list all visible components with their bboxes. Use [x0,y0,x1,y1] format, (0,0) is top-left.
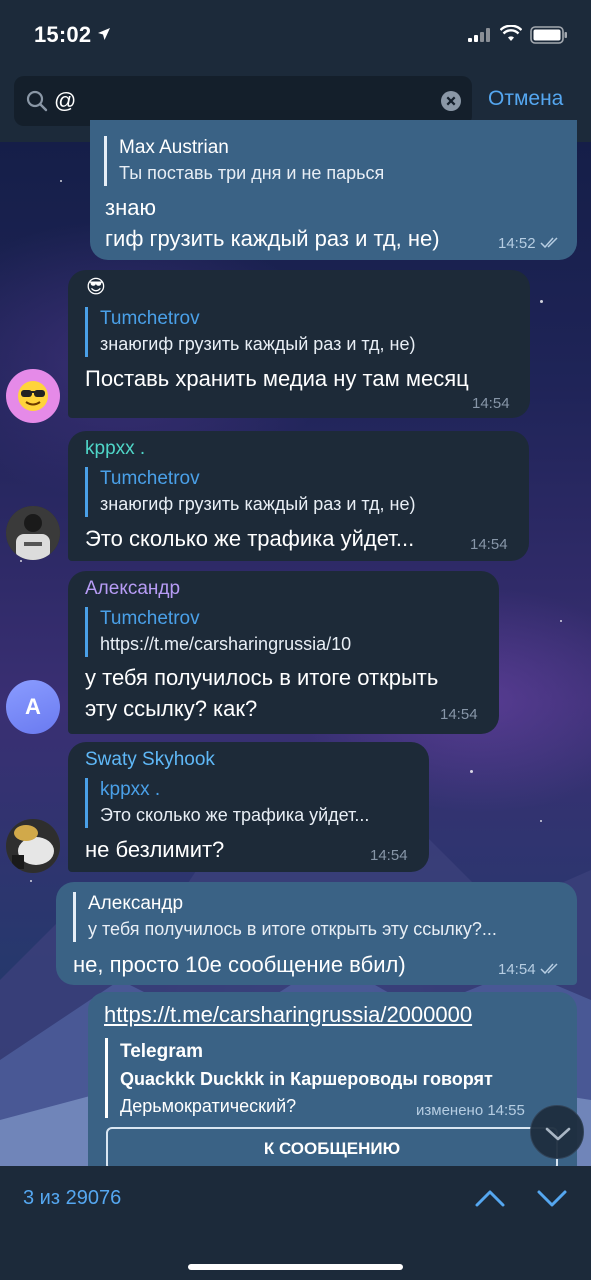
search-input[interactable] [54,84,434,118]
status-time: 15:02 [34,22,92,47]
message-time: 14:54 [370,847,408,864]
avatar-initial: A [25,694,41,719]
search-icon [26,90,48,112]
read-checks-icon [540,237,558,249]
home-indicator [188,1264,403,1270]
user-photo-icon [6,819,60,873]
reply-quote[interactable]: Tumchetrov знаюгиф грузить каждый раз и … [85,467,415,517]
cancel-button[interactable]: Отмена [488,87,563,111]
reply-quote[interactable]: kppxx . Это сколько же трафика уйдет... [85,778,369,828]
message-text: не безлимит? [85,837,225,862]
reply-quote[interactable]: Tumchetrov знаюгиф грузить каждый раз и … [85,307,415,357]
star [560,620,562,622]
message-text: не, просто 10е сообщение вбил) [73,952,406,977]
message-time: 14:52 [498,235,536,252]
message-text: Это сколько же трафика уйдет... [85,526,415,551]
message-bubble-outgoing[interactable]: Max Austrian Ты поставь три дня и не пар… [90,120,577,260]
reply-text: знаюгиф грузить каждый раз и тд, не) [100,494,416,514]
message-bubble-incoming[interactable]: Swaty Skyhook kppxx . Это сколько же тра… [68,742,429,872]
message-text: у тебя получилось в итоге открыть [85,665,439,690]
reply-sender: Tumchetrov [100,608,200,629]
message-time: 14:54 [440,706,478,723]
reply-sender: Max Austrian [119,137,229,158]
go-to-message-button[interactable]: К СООБЩЕНИЮ [106,1127,558,1171]
reply-text: знаюгиф грузить каждый раз и тд, не) [100,334,416,354]
reply-text: Это сколько же трафика уйдет... [100,805,370,825]
sunglasses-emoji-icon [18,381,48,411]
message-text: знаю [105,195,156,220]
message-bubble-incoming[interactable]: kppxx . Tumchetrov знаюгиф грузить кажды… [68,431,529,561]
message-time: 14:54 [498,961,536,978]
preview-title: Quackkk Duckkk in Каршероводы говорят [120,1069,493,1089]
message-text: гиф грузить каждый раз и тд, не) [105,226,440,251]
star [60,180,62,182]
message-text: эту ссылку? как? [85,696,258,721]
message-time: изменено 14:55 [416,1102,525,1119]
reply-sender: Tumchetrov [100,308,200,329]
message-time: 14:54 [470,536,508,553]
chevron-down-icon [545,1127,571,1141]
battery-icon [530,26,567,44]
search-result-counter: 3 из 29076 [23,1187,122,1209]
message-bubble-incoming[interactable]: 😎 Tumchetrov знаюгиф грузить каждый раз … [68,270,530,418]
wifi-icon [500,25,522,41]
user-photo-icon [6,506,60,560]
search-results-bar: 3 из 29076 [0,1166,591,1280]
reply-sender: kppxx . [100,779,161,800]
chevron-up-icon[interactable] [474,1186,506,1210]
star [540,300,543,303]
search-field[interactable] [14,76,472,126]
message-link[interactable]: https://t.me/carsharingrussia/2000000 [104,1002,472,1028]
reply-quote[interactable]: Tumchetrov https://t.me/carsharingrussia… [85,607,351,657]
reply-sender: Tumchetrov [100,468,200,489]
reply-text: у тебя получилось в итоге открыть эту сс… [88,919,497,939]
sender-name: kppxx . [85,438,146,459]
status-bar: 15:02 [0,0,591,70]
read-checks-icon [540,963,558,975]
star [20,560,22,562]
sender-name: 😎 [86,277,106,298]
message-text: Поставь хранить медиа ну там месяц [85,366,469,391]
cellular-signal-icon [468,28,490,42]
reply-sender: Александр [88,893,184,914]
sender-name: Александр [85,578,181,599]
avatar[interactable] [6,506,60,560]
clear-search-icon[interactable] [441,91,461,111]
reply-text: Ты поставь три дня и не парься [119,163,385,183]
avatar[interactable] [6,819,60,873]
scroll-to-bottom-button[interactable] [530,1105,584,1159]
message-time: 14:54 [472,395,510,412]
preview-site-name: Telegram [120,1041,204,1062]
reply-quote[interactable]: Max Austrian Ты поставь три дня и не пар… [104,136,384,186]
reply-text: https://t.me/carsharingrussia/10 [100,634,352,654]
location-arrow-icon [98,28,110,40]
avatar[interactable]: A [6,680,60,734]
sender-name: Swaty Skyhook [85,749,215,770]
message-bubble-outgoing[interactable]: Александр у тебя получилось в итоге откр… [56,882,577,985]
message-bubble-incoming[interactable]: Александр Tumchetrov https://t.me/carsha… [68,571,499,734]
reply-quote[interactable]: Александр у тебя получилось в итоге откр… [73,892,497,942]
avatar[interactable] [6,369,60,423]
chevron-down-icon[interactable] [536,1186,568,1210]
